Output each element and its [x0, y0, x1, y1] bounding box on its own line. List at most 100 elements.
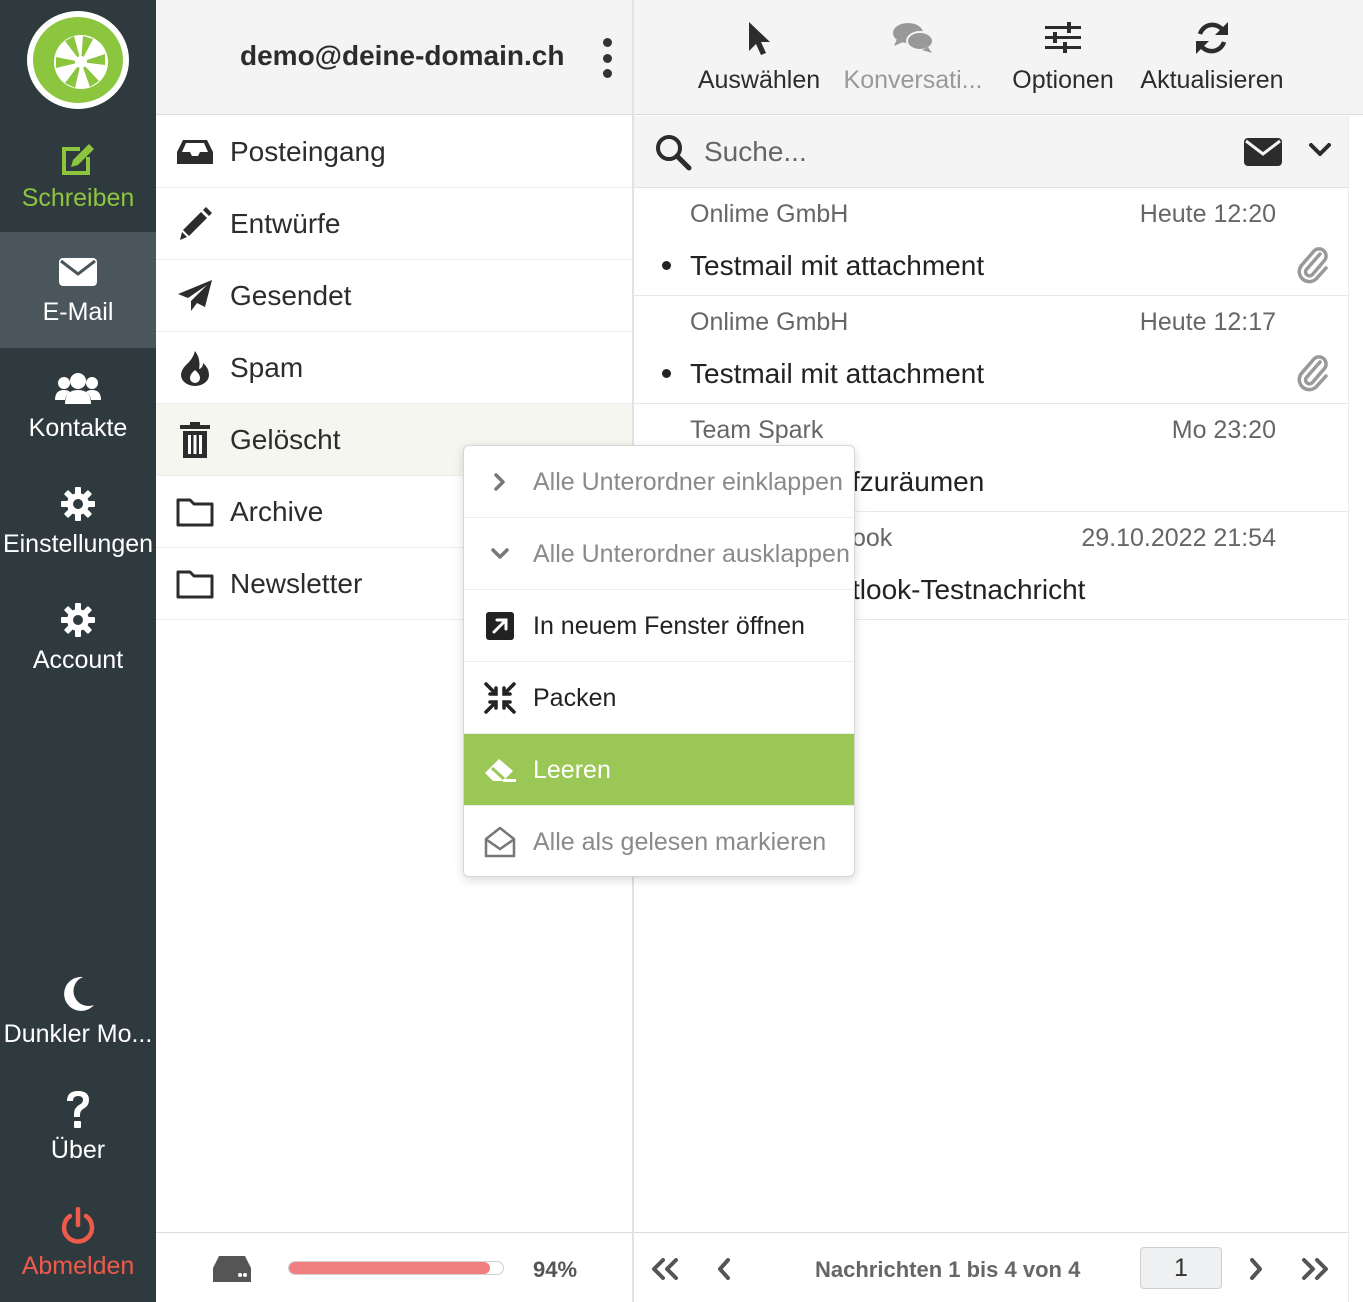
search-input[interactable]	[704, 132, 1224, 172]
threads-label: Konversati...	[843, 66, 983, 94]
more-vertical-icon[interactable]	[596, 38, 618, 78]
quota-bar	[288, 1261, 504, 1275]
folder-label: Newsletter	[230, 568, 363, 599]
first-page-icon[interactable]	[648, 1253, 682, 1285]
folder-label: Posteingang	[230, 136, 386, 167]
page-number-input[interactable]	[1140, 1247, 1222, 1289]
folder-label: Gesendet	[230, 280, 352, 311]
nav-about[interactable]: Über	[0, 1070, 156, 1186]
gear-icon	[0, 484, 156, 524]
nav-logout[interactable]: Abmelden	[0, 1186, 156, 1302]
folder-drafts[interactable]: Entwürfe	[156, 188, 632, 260]
options-button[interactable]: Optionen	[1008, 16, 1118, 95]
chevron-right-icon	[482, 464, 518, 500]
folder-spam[interactable]: Spam	[156, 332, 632, 404]
nav-dark-mode[interactable]: Dunkler Mo...	[0, 954, 156, 1070]
select-button[interactable]: Auswählen	[696, 16, 822, 95]
nav-account[interactable]: Account	[0, 580, 156, 696]
pencil-icon	[176, 206, 214, 242]
storage-icon	[212, 1255, 252, 1288]
paperclip-icon	[1296, 354, 1330, 397]
message-subject: Testmail mit attachment	[690, 358, 985, 389]
chevron-down-icon[interactable]	[1308, 142, 1332, 163]
menu-label: Alle Unterordner ausklappen	[533, 540, 850, 568]
message-from: ook	[852, 524, 893, 552]
unread-dot[interactable]	[662, 261, 671, 270]
quota-percent: 94%	[533, 1257, 578, 1282]
options-label: Optionen	[1012, 66, 1114, 94]
pointer-icon	[696, 16, 822, 60]
question-icon	[0, 1090, 156, 1130]
nav-label: Abmelden	[21, 1252, 135, 1280]
message-date: 29.10.2022 21:54	[1081, 524, 1276, 552]
power-icon	[0, 1206, 156, 1246]
message-date: Mo 23:20	[1171, 416, 1276, 444]
contacts-icon	[0, 368, 156, 408]
nav-label: Einstellungen	[2, 530, 154, 558]
unread-dot[interactable]	[662, 369, 671, 378]
message-from: Team Spark	[690, 416, 824, 444]
menu-label: Packen	[533, 684, 617, 712]
scrollbar[interactable]	[1348, 116, 1363, 1302]
next-page-icon[interactable]	[1244, 1253, 1268, 1285]
page-count: Nachrichten 1 bis 4 von 4	[815, 1257, 1081, 1282]
menu-open-new-window[interactable]: In neuem Fenster öffnen	[464, 590, 854, 662]
folder-inbox[interactable]: Posteingang	[156, 116, 632, 188]
nav-label: Account	[32, 646, 124, 674]
search-icon[interactable]	[654, 133, 692, 176]
menu-label: In neuem Fenster öffnen	[533, 612, 805, 640]
folder-icon	[176, 566, 214, 602]
message-subject: fzuräumen	[852, 466, 985, 497]
menu-label: Alle als gelesen markieren	[533, 828, 827, 856]
menu-label: Alle Unterordner einklappen	[533, 468, 843, 496]
nav-email[interactable]: E-Mail	[0, 232, 156, 348]
comments-icon	[842, 16, 984, 60]
folder-header: demo@deine-domain.ch	[156, 0, 633, 115]
search-bar	[634, 116, 1348, 188]
threads-button[interactable]: Konversati...	[842, 16, 984, 95]
fire-icon	[176, 350, 214, 386]
refresh-button[interactable]: Aktualisieren	[1138, 16, 1286, 95]
nav-label: Kontakte	[28, 414, 128, 442]
message-subject: Testmail mit attachment	[690, 250, 985, 281]
nav-label: Schreiben	[21, 184, 135, 212]
main-navigation: Schreiben E-Mail Kontakte Einstellungen …	[0, 0, 156, 1302]
message-date: Heute 12:17	[1139, 308, 1276, 336]
message-row[interactable]: Onlime GmbH Heute 12:17 Testmail mit att…	[634, 296, 1348, 404]
app-logo[interactable]	[25, 8, 131, 112]
menu-compact[interactable]: Packen	[464, 662, 854, 734]
refresh-label: Aktualisieren	[1140, 66, 1284, 94]
previous-page-icon[interactable]	[712, 1253, 736, 1285]
folder-label: Spam	[230, 352, 304, 383]
refresh-icon	[1138, 16, 1286, 60]
nav-contacts[interactable]: Kontakte	[0, 348, 156, 464]
folder-label: Entwürfe	[230, 208, 341, 239]
envelope-icon[interactable]	[1244, 138, 1282, 171]
message-from: Onlime GmbH	[690, 308, 849, 336]
external-window-icon	[482, 608, 518, 644]
eraser-icon	[482, 752, 518, 788]
message-date: Heute 12:20	[1139, 200, 1276, 228]
folder-icon	[176, 494, 214, 530]
message-row[interactable]: Onlime GmbH Heute 12:20 Testmail mit att…	[634, 188, 1348, 296]
nav-compose[interactable]: Schreiben	[0, 118, 156, 234]
moon-icon	[0, 974, 156, 1014]
last-page-icon[interactable]	[1298, 1253, 1332, 1285]
menu-empty[interactable]: Leeren	[464, 734, 854, 806]
paperclip-icon	[1296, 246, 1330, 289]
folder-label: Archive	[230, 496, 324, 527]
menu-expand-all[interactable]: Alle Unterordner ausklappen	[464, 518, 854, 590]
message-from: Onlime GmbH	[690, 200, 849, 228]
nav-settings[interactable]: Einstellungen	[0, 464, 156, 580]
sliders-icon	[1008, 16, 1118, 60]
menu-collapse-all[interactable]: Alle Unterordner einklappen	[464, 446, 854, 518]
quota-fill	[289, 1262, 491, 1274]
menu-mark-all-read[interactable]: Alle als gelesen markieren	[464, 806, 854, 876]
nav-label: Über	[50, 1136, 106, 1164]
folder-label: Gelöscht	[230, 424, 341, 455]
trash-icon	[176, 422, 214, 458]
nav-label: E-Mail	[42, 298, 114, 326]
message-toolbar: Auswählen Konversati... Optionen Aktuali…	[634, 0, 1363, 115]
folder-context-menu: Alle Unterordner einklappen Alle Unteror…	[463, 445, 855, 877]
folder-sent[interactable]: Gesendet	[156, 260, 632, 332]
